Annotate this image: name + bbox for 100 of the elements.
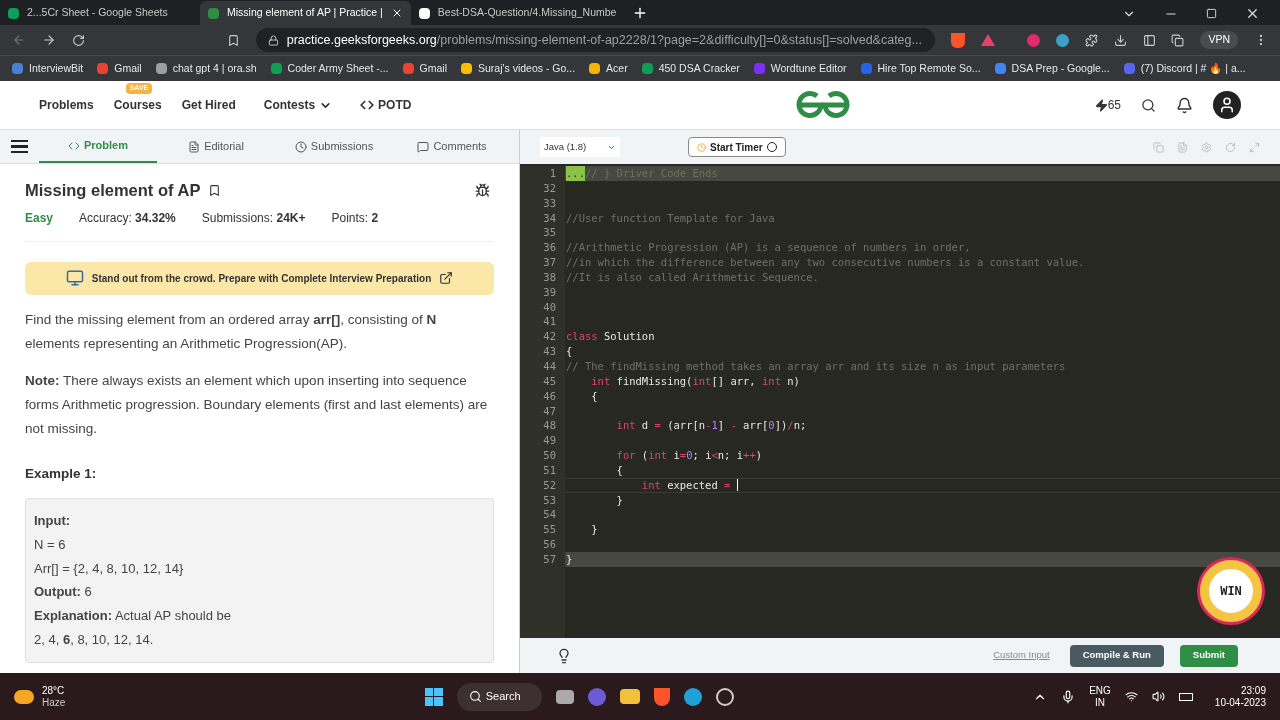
speech-bubble-icon [417, 140, 430, 153]
problem-tab[interactable]: Submissions [275, 130, 393, 163]
bookmark-item[interactable]: Acer [589, 60, 628, 77]
nav-link[interactable]: Courses [113, 98, 162, 112]
line-number: 42 [543, 329, 556, 345]
code-line: //User function Template for Java [565, 210, 776, 226]
start-icon[interactable] [424, 687, 443, 706]
browser-tab[interactable]: Missing element of AP | Practice | [200, 1, 411, 25]
problem-tab[interactable]: Editorial [157, 130, 275, 163]
wallet-icon[interactable] [1171, 33, 1185, 47]
search-icon[interactable] [1141, 97, 1156, 113]
bookmark-item[interactable]: DSA Prep - Google... [994, 60, 1110, 77]
line-number: 46 [543, 388, 556, 404]
custom-input-link[interactable]: Custom Input [993, 648, 1050, 663]
clock-icon [294, 140, 307, 153]
notification-icon[interactable] [1176, 96, 1193, 114]
browser-tab[interactable]: 2...5Cr Sheet - Google Sheets [0, 1, 200, 25]
code-line: { [565, 344, 574, 359]
line-number: 50 [543, 448, 556, 463]
bookmark-item[interactable]: Coder Army Sheet -... [270, 60, 389, 77]
banner-text: Stand out from the crowd. Prepare with Complete Interview Preparation [91, 271, 432, 286]
line-number: 43 [543, 344, 556, 359]
line-number: 49 [543, 433, 556, 449]
extensions-icon[interactable] [1084, 33, 1098, 47]
language-text[interactable]: ENG [1089, 684, 1111, 697]
bookmark-icon[interactable] [226, 33, 240, 47]
bookmark-item[interactable]: Suraj's videos - Go... [460, 60, 576, 77]
clock-date[interactable]: 10-04-2023 [1214, 696, 1266, 709]
close-icon[interactable] [1245, 6, 1260, 21]
nav-link[interactable]: Get Hired [181, 96, 236, 114]
browser-icon[interactable] [653, 687, 670, 706]
brave-shield-icon[interactable] [950, 32, 965, 48]
region-text[interactable]: IN [1095, 696, 1105, 709]
line-number: 1 [549, 166, 556, 181]
external-link-icon[interactable] [439, 271, 454, 286]
task-view-icon[interactable] [555, 689, 574, 704]
search-field[interactable]: Search [456, 682, 542, 711]
streak-counter[interactable]: 65 [1094, 96, 1121, 114]
line-number: 37 [543, 255, 556, 270]
code-line: int expected = [565, 477, 1280, 493]
forward-icon[interactable] [41, 33, 56, 47]
nav-link[interactable]: Contests [263, 96, 333, 114]
example-line: Output: 6 [34, 583, 93, 602]
bookmark-item[interactable]: 450 DSA Cracker [641, 60, 740, 77]
reload-icon[interactable] [71, 33, 85, 47]
download-icon[interactable] [1113, 33, 1127, 47]
nav-link[interactable]: POTD [360, 96, 412, 114]
submit-button[interactable]: Submit [1179, 644, 1238, 667]
sidebar-icon[interactable] [1142, 33, 1156, 47]
start-timer-button[interactable]: Start Timer [688, 137, 786, 157]
nav-link[interactable]: Problems [39, 96, 94, 114]
problem-tab[interactable]: Comments [393, 130, 511, 163]
bookmark-item[interactable]: (7) Discord | # 🔥 | a... [1123, 60, 1246, 77]
compile-run-button[interactable]: Compile & Run [1069, 644, 1164, 667]
line-number: 54 [543, 507, 556, 523]
bookmark-item[interactable]: Hire Top Remote So... [860, 60, 981, 77]
microphone-icon[interactable] [1061, 689, 1076, 704]
bookmark-item[interactable]: InterviewBit [12, 60, 84, 77]
extension-icon[interactable] [1026, 33, 1040, 47]
bug-icon[interactable] [475, 182, 490, 198]
back-icon[interactable] [12, 33, 26, 47]
line-number: 53 [543, 492, 556, 508]
code-line: for (int i=0; i<n; i++) [615, 448, 764, 463]
code-line: { [615, 462, 624, 478]
line-number: 39 [543, 284, 556, 300]
app-icon[interactable] [715, 687, 734, 706]
problem-title: Missing element of AP [25, 180, 201, 201]
problem-tab[interactable]: Problem [39, 130, 157, 163]
bookmark-item[interactable]: chat gpt 4 | ora.sh [155, 60, 257, 77]
code-line: class Solution [565, 329, 656, 345]
temperature-text: 28°C [42, 684, 66, 697]
win-badge[interactable]: WIN [1200, 560, 1262, 622]
code-line: } [590, 522, 599, 538]
example-line: Input: [34, 512, 72, 530]
bookmark-item[interactable]: Gmail [402, 60, 447, 77]
example-line: Arr[] = {2, 4, 8, 10, 12, 14} [34, 559, 185, 578]
battery-icon[interactable] [1178, 692, 1193, 701]
avatar-icon[interactable] [1213, 91, 1241, 119]
stat-label: Submissions: 24K+ [201, 209, 306, 227]
lock-icon[interactable] [267, 34, 279, 46]
description-text: Note: There always exists an element which upon inserting into sequence forms Arithmetic progression. Boundary elements (first and last elements) are not missing. [25, 371, 489, 438]
bookmark-item[interactable]: Wordtune Editor [753, 60, 847, 77]
wifi-icon[interactable] [1124, 690, 1138, 703]
chat-icon[interactable] [587, 687, 606, 706]
bookmark-item[interactable]: Gmail [97, 60, 142, 77]
maximize-icon[interactable] [1206, 8, 1217, 19]
line-number: 40 [543, 299, 556, 315]
bookmark-icon[interactable] [208, 183, 222, 197]
extension-icon[interactable] [1055, 33, 1069, 47]
promo-banner[interactable]: Stand out from the crowd. Prepare with Complete Interview Preparation [25, 261, 494, 295]
folder-icon[interactable] [619, 689, 640, 704]
hint-icon[interactable] [556, 647, 572, 664]
line-number: 52 [543, 477, 556, 493]
vpn-button[interactable]: VPN [1200, 31, 1239, 49]
language-select[interactable]: Java (1.8) [540, 137, 620, 157]
address-field[interactable]: practice.geeksforgeeks.org/problems/missing-element-of-ap2228/1?page=2&difficulty[]=0&status[]=solved&categ... [255, 28, 935, 52]
volume-icon[interactable] [1151, 690, 1165, 703]
browser-tab[interactable]: Best-DSA-Question/4.Missing_Numbe [410, 1, 625, 25]
menu-icon[interactable] [11, 140, 28, 153]
clock-time[interactable]: 23:09 [1240, 684, 1266, 697]
